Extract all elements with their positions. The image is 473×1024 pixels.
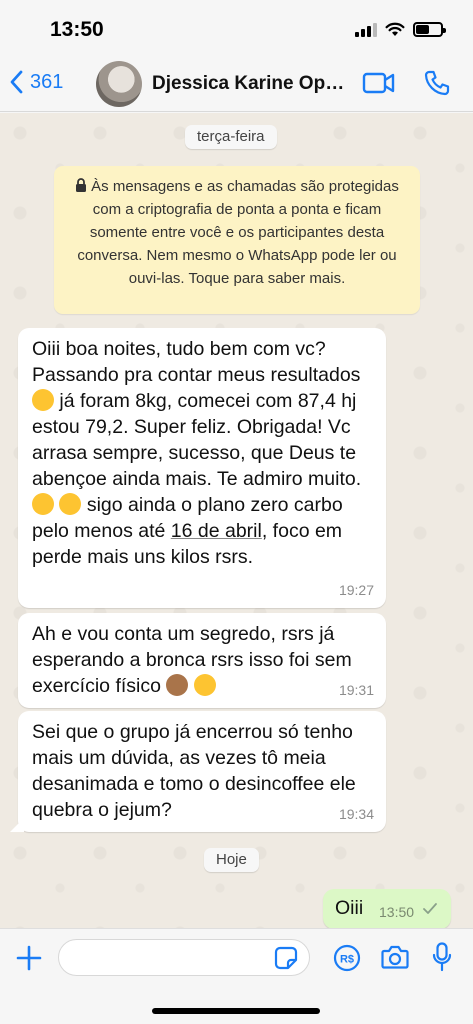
message-text: Ah e vou conta um segredo, rsrs já esper… — [32, 623, 358, 697]
status-time: 13:50 — [50, 18, 104, 41]
avatar[interactable] — [96, 61, 142, 107]
chat-area[interactable]: terça-feira Às mensagens e as chamadas s… — [0, 113, 473, 928]
incoming-message[interactable]: Oiii boa noites, tudo bem com vc? Passan… — [18, 328, 386, 608]
message-composer: R$ — [0, 928, 473, 1024]
chat-header: 361 Djessica Karine Opp... — [0, 56, 473, 112]
cellular-signal-icon — [355, 22, 377, 37]
encryption-notice-text: Às mensagens e as chamadas são protegida… — [77, 178, 399, 287]
incoming-message[interactable]: Sei que o grupo já encerrou só tenho mai… — [10, 711, 386, 832]
message-time: 19:31 — [338, 682, 374, 698]
smiling-hearts-emoji-icon — [32, 389, 54, 411]
kiss-emoji-icon — [32, 493, 54, 515]
date-separator: Hoje — [204, 848, 259, 872]
message-time: 13:50 — [379, 904, 415, 920]
contact-name[interactable]: Djessica Karine Opp... — [152, 73, 352, 95]
see-no-evil-monkey-emoji-icon — [166, 674, 189, 696]
message-time: 19:27 — [338, 582, 374, 598]
svg-text:R$: R$ — [340, 954, 354, 966]
sticker-icon[interactable] — [274, 946, 298, 970]
back-chevron-icon — [10, 70, 23, 94]
wifi-icon — [385, 22, 405, 36]
plus-icon[interactable] — [16, 945, 42, 971]
home-indicator — [152, 1008, 320, 1014]
message-text: Oiii boa noites, tudo bem com vc? Passan… — [32, 338, 367, 568]
bubble-tail — [10, 818, 24, 832]
payment-icon[interactable]: R$ — [333, 944, 361, 972]
incoming-message[interactable]: Ah e vou conta um segredo, rsrs já esper… — [18, 613, 386, 708]
video-call-icon[interactable] — [362, 72, 396, 94]
heart-eyes-emoji-icon — [59, 493, 82, 515]
message-text: Sei que o grupo já encerrou só tenho mai… — [32, 721, 362, 821]
message-text: Oiii — [335, 897, 364, 919]
back-button[interactable]: 361 — [10, 70, 63, 94]
tears-of-joy-emoji-icon — [193, 674, 216, 696]
message-time: 19:34 — [338, 806, 374, 822]
outgoing-message[interactable]: Oiii 13:50 — [323, 889, 451, 928]
microphone-icon[interactable] — [432, 942, 452, 972]
lock-icon — [76, 178, 87, 192]
camera-icon[interactable] — [381, 944, 409, 970]
status-bar: 13:50 — [0, 0, 473, 56]
back-count: 361 — [30, 70, 64, 93]
status-icons — [355, 22, 446, 37]
date-link[interactable]: 16 de abril — [171, 520, 262, 542]
voice-call-icon[interactable] — [424, 70, 450, 96]
battery-icon — [413, 22, 446, 37]
message-input[interactable] — [58, 939, 310, 976]
date-separator: terça-feira — [185, 125, 277, 149]
encryption-notice[interactable]: Às mensagens e as chamadas são protegida… — [54, 166, 420, 314]
read-check-icon — [423, 903, 437, 914]
